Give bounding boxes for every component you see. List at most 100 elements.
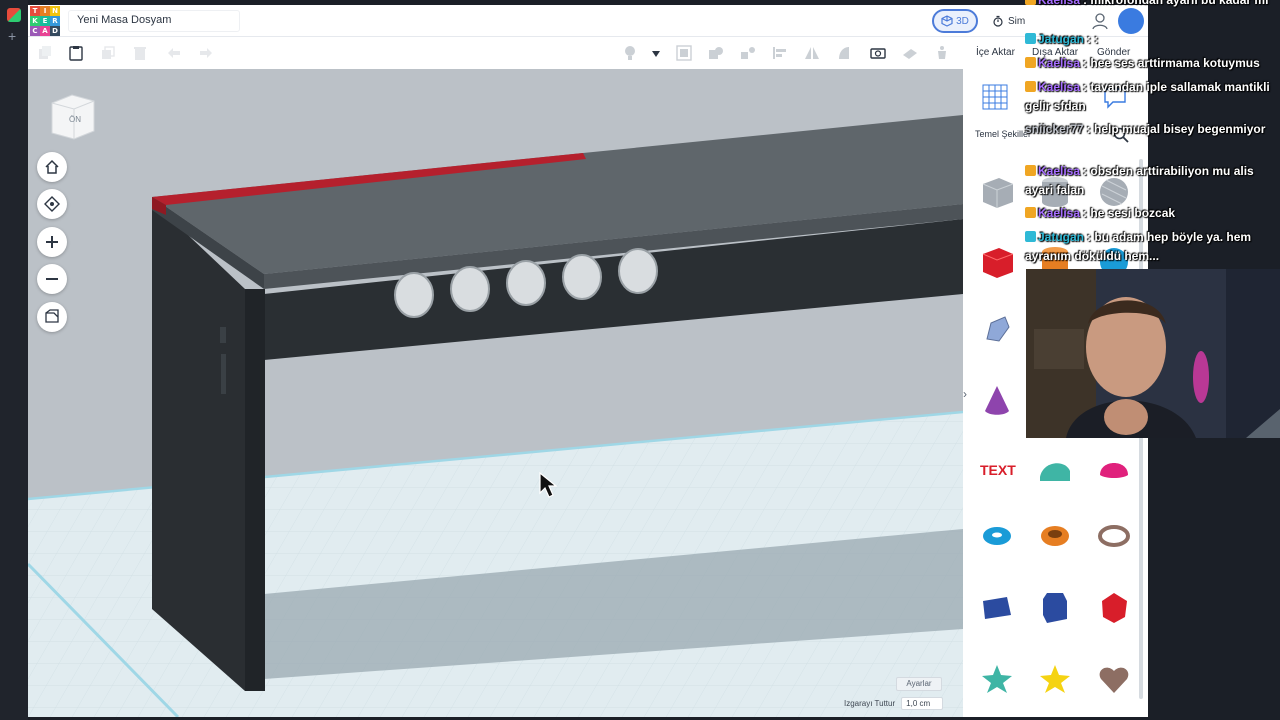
bucket-icon[interactable]: [934, 45, 950, 61]
shape-scribble[interactable]: [977, 309, 1017, 349]
shape-polygon[interactable]: [1035, 587, 1075, 627]
text-icon: TEXT: [977, 449, 1017, 489]
logo-letter: E: [40, 16, 50, 26]
chat-message: sniicker77: help muajal bisey begenmiyor: [1025, 120, 1280, 139]
shape-ring[interactable]: [1094, 516, 1134, 556]
chat-badge-icon: [1025, 57, 1036, 68]
copy-icon[interactable]: [37, 45, 53, 61]
collapse-panel-chevron-icon[interactable]: ›: [963, 387, 967, 401]
cruise-icon[interactable]: [836, 45, 852, 61]
shape-wedge[interactable]: [977, 587, 1017, 627]
screen: + TINKERCAD Yeni Masa Dosyam 3D Sim: [0, 0, 1280, 720]
shape-tube[interactable]: [1035, 516, 1075, 556]
app-icon[interactable]: [7, 8, 21, 22]
edit-toolbar: [28, 37, 963, 69]
shape-half-sphere[interactable]: [1094, 449, 1134, 489]
shape-torus[interactable]: [977, 516, 1017, 556]
shape-roof[interactable]: [1035, 449, 1075, 489]
view-cube[interactable]: ÖN: [46, 91, 98, 143]
logo-letter: D: [50, 26, 60, 36]
cone-icon: [977, 381, 1017, 421]
top-bar: TINKERCAD Yeni Masa Dosyam 3D Sim: [28, 5, 1148, 37]
home-icon: [44, 159, 60, 175]
shape-notes-icon[interactable]: [676, 45, 692, 61]
zoom-out-button[interactable]: [37, 264, 67, 294]
3d-viewport[interactable]: ÖN Ayarlar Izgarayı Tuttur 1,0 cm: [28, 69, 963, 717]
chat-nick[interactable]: Kaelisa: [1038, 206, 1080, 220]
duplicate-icon[interactable]: [100, 45, 116, 61]
trash-icon[interactable]: [132, 45, 148, 61]
tinkercad-window: TINKERCAD Yeni Masa Dosyam 3D Sim: [28, 5, 1148, 717]
chat-badge-icon: [1025, 0, 1036, 5]
chat-nick[interactable]: sniicker77: [1025, 122, 1084, 136]
heart-icon: [1094, 659, 1134, 699]
add-icon[interactable]: +: [8, 28, 16, 44]
chat-text: : help muajal bisey begenmiyor: [1087, 122, 1266, 136]
stopwatch-icon: [992, 15, 1004, 27]
leg-slot-bottom: [221, 354, 226, 394]
settings-button[interactable]: Ayarlar: [896, 677, 942, 691]
logo-letter: R: [50, 16, 60, 26]
chat-badge-icon: [1025, 207, 1036, 218]
minus-icon: [45, 272, 59, 286]
svg-text:TEXT: TEXT: [980, 462, 1016, 478]
workplane-grid-icon[interactable]: [981, 83, 1009, 111]
box-striped-icon: [977, 172, 1017, 212]
star-icon: [977, 659, 1017, 699]
redo-icon[interactable]: [198, 45, 214, 61]
chevron-down-icon[interactable]: [652, 51, 660, 57]
chat-badge-icon: [1025, 231, 1036, 242]
shape-cone[interactable]: [977, 381, 1017, 421]
paste-icon[interactable]: [68, 45, 84, 61]
chat-badge-icon: [1025, 33, 1036, 44]
ungroup-icon[interactable]: [740, 45, 756, 61]
align-icon[interactable]: [772, 45, 788, 61]
tinkercad-logo[interactable]: TINKERCAD: [30, 6, 60, 36]
chat-nick[interactable]: Kaelisa: [1038, 164, 1080, 178]
chat-message: Kaelisa: tavandan iple sallamak mantikli…: [1025, 78, 1280, 116]
shape-box[interactable]: [977, 242, 1017, 282]
chat-nick[interactable]: Jatugan: [1038, 230, 1084, 244]
shape-star[interactable]: [977, 659, 1017, 699]
undo-icon[interactable]: [166, 45, 182, 61]
shape-box-striped[interactable]: [977, 172, 1017, 212]
ring-icon: [1094, 516, 1134, 556]
shape-icosahedron[interactable]: [1094, 587, 1134, 627]
shape-star-yellow[interactable]: [1035, 659, 1075, 699]
logo-letter: A: [40, 26, 50, 36]
view-3d-toggle[interactable]: 3D: [932, 9, 978, 33]
light-bulb-icon[interactable]: [622, 45, 638, 61]
chat-nick[interactable]: Kaelisa: [1038, 56, 1080, 70]
shape-heart[interactable]: [1094, 659, 1134, 699]
chat-nick[interactable]: Jatugan: [1038, 32, 1084, 46]
grid-snap-select[interactable]: 1,0 cm: [901, 697, 943, 710]
logo-letter: K: [30, 16, 40, 26]
home-view-button[interactable]: [37, 152, 67, 182]
import-button[interactable]: İçe Aktar: [976, 47, 1015, 58]
zoom-in-button[interactable]: [37, 227, 67, 257]
grid-snap-label: Izgarayı Tuttur: [844, 699, 895, 708]
webcam-feed: [1026, 269, 1280, 438]
desk-leg-front[interactable]: [245, 289, 265, 691]
view-cube-label: ÖN: [69, 115, 81, 124]
wedge-icon: [977, 587, 1017, 627]
chat-text: : :: [1087, 32, 1098, 46]
workplane-icon[interactable]: [902, 45, 918, 61]
group-icon[interactable]: [708, 45, 724, 61]
logo-letter: I: [40, 6, 50, 16]
plus-icon: [45, 235, 59, 249]
user-icon[interactable]: [1090, 11, 1110, 31]
mirror-icon[interactable]: [804, 45, 820, 61]
chat-nick[interactable]: Kaelisa: [1038, 80, 1080, 94]
simulate-button[interactable]: Sim: [992, 11, 1025, 31]
logo-letter: C: [30, 26, 40, 36]
document-title[interactable]: Yeni Masa Dosyam: [68, 10, 240, 32]
ruler-icon[interactable]: [870, 45, 886, 61]
shape-category-select[interactable]: Temel Şekiller: [975, 129, 1031, 139]
fit-view-button[interactable]: [37, 189, 67, 219]
shape-text[interactable]: TEXT: [977, 449, 1017, 489]
chat-text: : he sesi bozcak: [1083, 206, 1175, 220]
projection-button[interactable]: [37, 302, 67, 332]
chat-nick[interactable]: Kaelisa: [1038, 0, 1080, 7]
logo-letter: T: [30, 6, 40, 16]
